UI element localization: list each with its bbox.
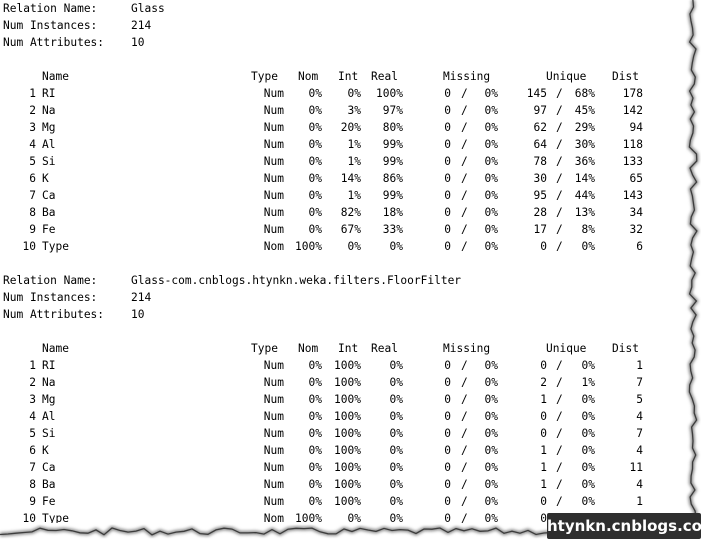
relation-name-label: Relation Name: xyxy=(3,2,98,15)
cell-name: Type xyxy=(42,512,69,525)
cell-dist: 34 xyxy=(629,206,643,219)
cell-dist: 178 xyxy=(622,87,643,100)
cell-idx: 6 xyxy=(29,444,36,457)
cell-name: Si xyxy=(42,155,56,168)
relation-name-value: Glass-com.cnblogs.htynkn.weka.filters.Fl… xyxy=(131,274,462,287)
cell-name: Al xyxy=(42,138,56,151)
column-header-unique: Unique xyxy=(546,342,587,355)
cell-idx: 8 xyxy=(29,206,36,219)
cell-name: Mg xyxy=(42,121,56,134)
weka-output-panel: Relation Name: Glass Num Instances: 214 Num … xyxy=(0,0,690,530)
cell-dist: 32 xyxy=(629,223,643,236)
cell-dist: 1 xyxy=(636,495,643,508)
column-header-type: Type xyxy=(251,70,278,83)
cell-dist: 4 xyxy=(636,444,643,457)
relation-name-value: Glass xyxy=(131,2,165,15)
column-header-nom: Nom xyxy=(298,342,319,355)
cell-idx: 2 xyxy=(29,376,36,389)
cell-dist: 6 xyxy=(636,240,643,253)
cell-name: Ba xyxy=(42,478,56,491)
cell-dist: 142 xyxy=(622,104,643,117)
site-watermark: htynkn.cnblogs.com xyxy=(547,513,707,539)
cell-name: K xyxy=(42,172,49,185)
cell-name: Ca xyxy=(42,461,56,474)
cell-dist: 4 xyxy=(636,478,643,491)
column-header-real: Real xyxy=(371,70,398,83)
cell-name: Mg xyxy=(42,393,56,406)
cell-name: RI xyxy=(42,87,56,100)
cell-idx: 5 xyxy=(29,427,36,440)
cell-idx: 3 xyxy=(29,121,36,134)
cell-name: RI xyxy=(42,359,56,372)
cell-idx: 10 xyxy=(22,240,36,253)
cell-dist: 133 xyxy=(622,155,643,168)
num-attributes-value: 10 xyxy=(131,36,145,49)
column-header-int: Int xyxy=(338,70,359,83)
cell-name: Si xyxy=(42,427,56,440)
column-header-unique: Unique xyxy=(546,70,587,83)
column-header-missing: Missing xyxy=(443,70,491,83)
num-instances-label: Num Instances: xyxy=(3,19,98,32)
num-attributes-label: Num Attributes: xyxy=(3,308,105,321)
column-header-dist: Dist xyxy=(612,70,639,83)
cell-dist: 7 xyxy=(636,427,643,440)
num-instances-label: Num Instances: xyxy=(3,291,98,304)
cell-idx: 8 xyxy=(29,478,36,491)
cell-idx: 9 xyxy=(29,495,36,508)
cell-idx: 2 xyxy=(29,104,36,117)
column-header-type: Type xyxy=(251,342,278,355)
column-header-nom: Nom xyxy=(298,70,319,83)
cell-idx: 6 xyxy=(29,172,36,185)
cell-name: Na xyxy=(42,104,56,117)
cell-idx: 3 xyxy=(29,393,36,406)
cell-name: Ca xyxy=(42,189,56,202)
cell-idx: 1 xyxy=(29,359,36,372)
num-attributes-value: 10 xyxy=(131,308,145,321)
cell-idx: 5 xyxy=(29,155,36,168)
cell-name: Fe xyxy=(42,495,56,508)
cell-name: Na xyxy=(42,376,56,389)
cell-idx: 7 xyxy=(29,461,36,474)
num-attributes-label: Num Attributes: xyxy=(3,36,105,49)
cell-dist: 4 xyxy=(636,410,643,423)
cell-idx: 4 xyxy=(29,138,36,151)
relation-name-label: Relation Name: xyxy=(3,274,98,287)
cell-dist: 11 xyxy=(629,461,643,474)
column-header-missing: Missing xyxy=(443,342,491,355)
cell-name: Al xyxy=(42,410,56,423)
num-instances-value: 214 xyxy=(131,291,152,304)
cell-dist: 143 xyxy=(622,189,643,202)
cell-dist: 5 xyxy=(636,393,643,406)
cell-name: Ba xyxy=(42,206,56,219)
cell-name: Fe xyxy=(42,223,56,236)
column-header-name: Name xyxy=(42,70,69,83)
cell-idx: 9 xyxy=(29,223,36,236)
cell-idx: 4 xyxy=(29,410,36,423)
cell-dist: 118 xyxy=(622,138,643,151)
column-header-real: Real xyxy=(371,342,398,355)
cell-idx: 10 xyxy=(22,512,36,525)
cell-dist: 7 xyxy=(636,376,643,389)
column-header-name: Name xyxy=(42,342,69,355)
cell-idx: 1 xyxy=(29,87,36,100)
cell-idx: 7 xyxy=(29,189,36,202)
num-instances-value: 214 xyxy=(131,19,152,32)
column-header-dist: Dist xyxy=(612,342,639,355)
cell-name: Type xyxy=(42,240,69,253)
cell-name: K xyxy=(42,444,49,457)
cell-dist: 1 xyxy=(636,359,643,372)
cell-dist: 94 xyxy=(629,121,643,134)
column-header-int: Int xyxy=(338,342,359,355)
cell-dist: 65 xyxy=(629,172,643,185)
